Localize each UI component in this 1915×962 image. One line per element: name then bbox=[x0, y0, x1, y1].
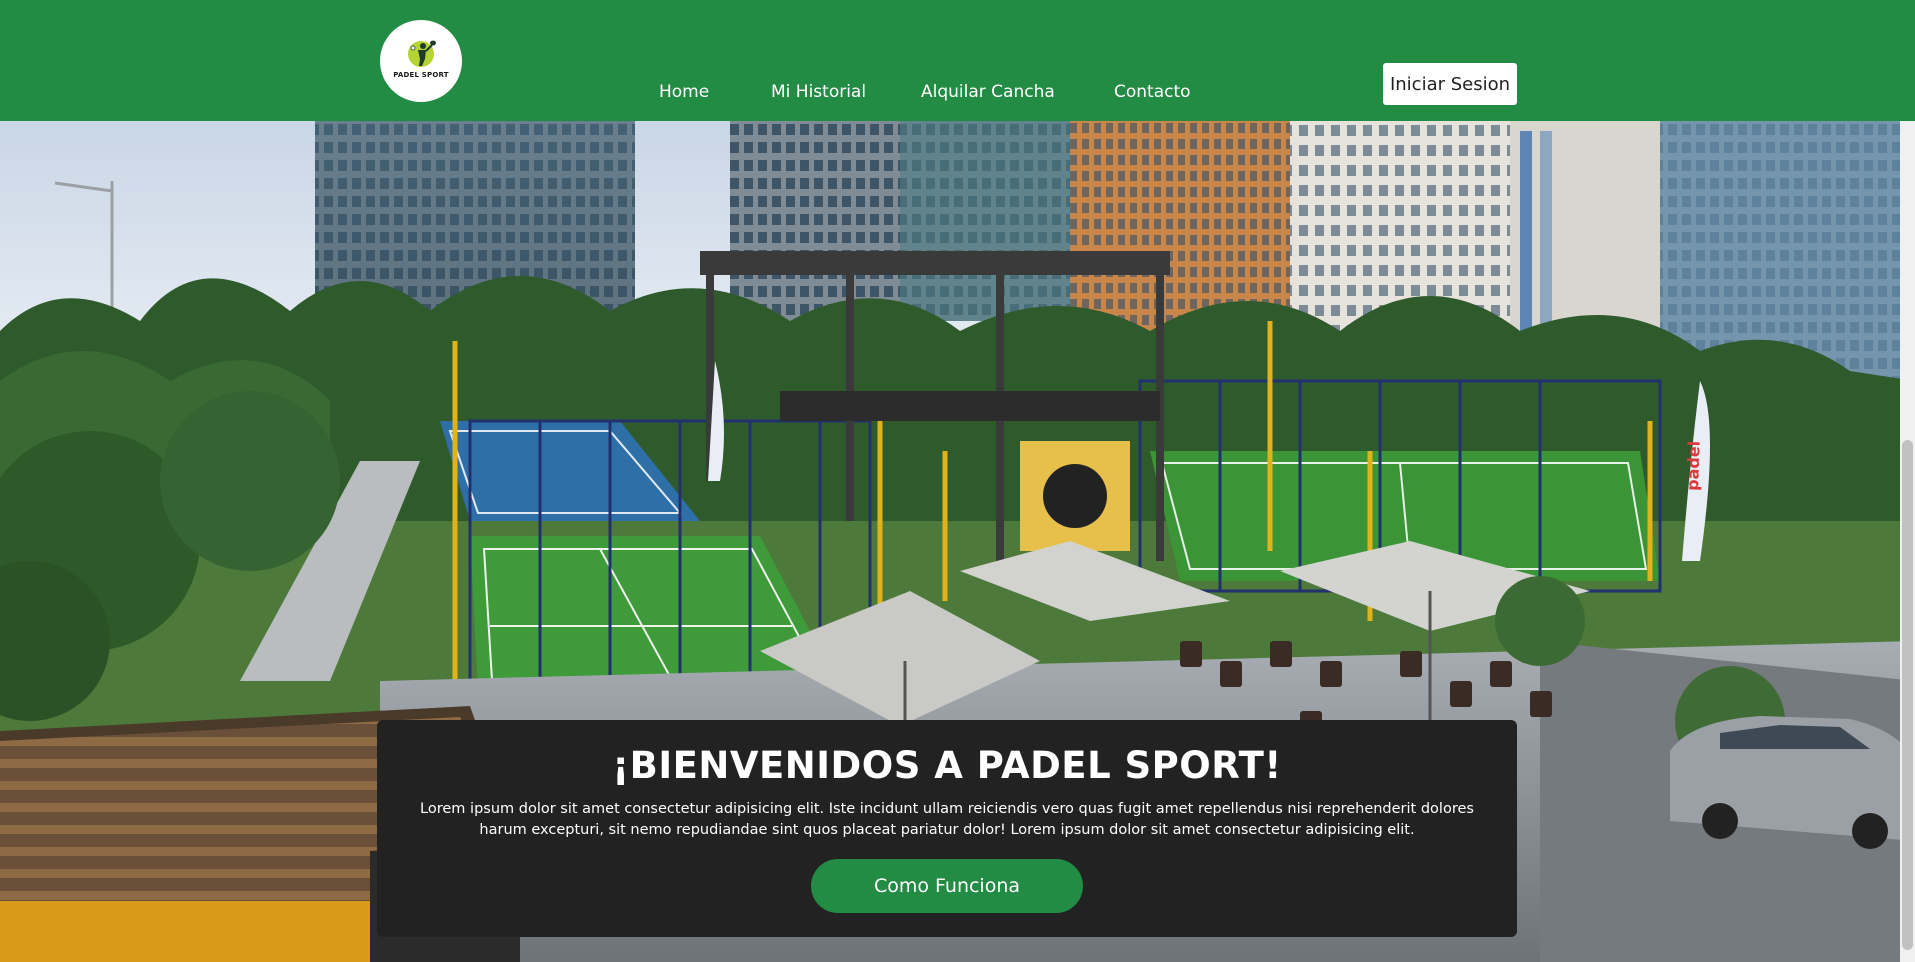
welcome-title: ¡BIENVENIDOS A PADEL SPORT! bbox=[612, 744, 1282, 787]
nav-alquilar-cancha[interactable]: Alquilar Cancha bbox=[921, 82, 1055, 102]
padel-sport-logo[interactable]: PADEL SPORT bbox=[380, 20, 462, 102]
logo-text: PADEL SPORT bbox=[393, 71, 449, 79]
welcome-card: ¡BIENVENIDOS A PADEL SPORT! Lorem ipsum … bbox=[377, 720, 1517, 937]
login-button[interactable]: Iniciar Sesion bbox=[1383, 63, 1517, 105]
nav-home[interactable]: Home bbox=[659, 82, 709, 102]
scrollbar-thumb[interactable] bbox=[1902, 440, 1913, 950]
welcome-text: Lorem ipsum dolor sit amet consectetur a… bbox=[420, 801, 1474, 838]
como-funciona-button[interactable]: Como Funciona bbox=[811, 859, 1083, 913]
padel-flag-text: padel bbox=[1683, 440, 1704, 491]
padel-player-icon bbox=[408, 40, 436, 67]
nav-mi-historial[interactable]: Mi Historial bbox=[771, 82, 866, 102]
nav-contacto[interactable]: Contacto bbox=[1114, 82, 1191, 102]
site-header: PADEL SPORT Home Mi Historial Alquilar C… bbox=[0, 0, 1915, 121]
